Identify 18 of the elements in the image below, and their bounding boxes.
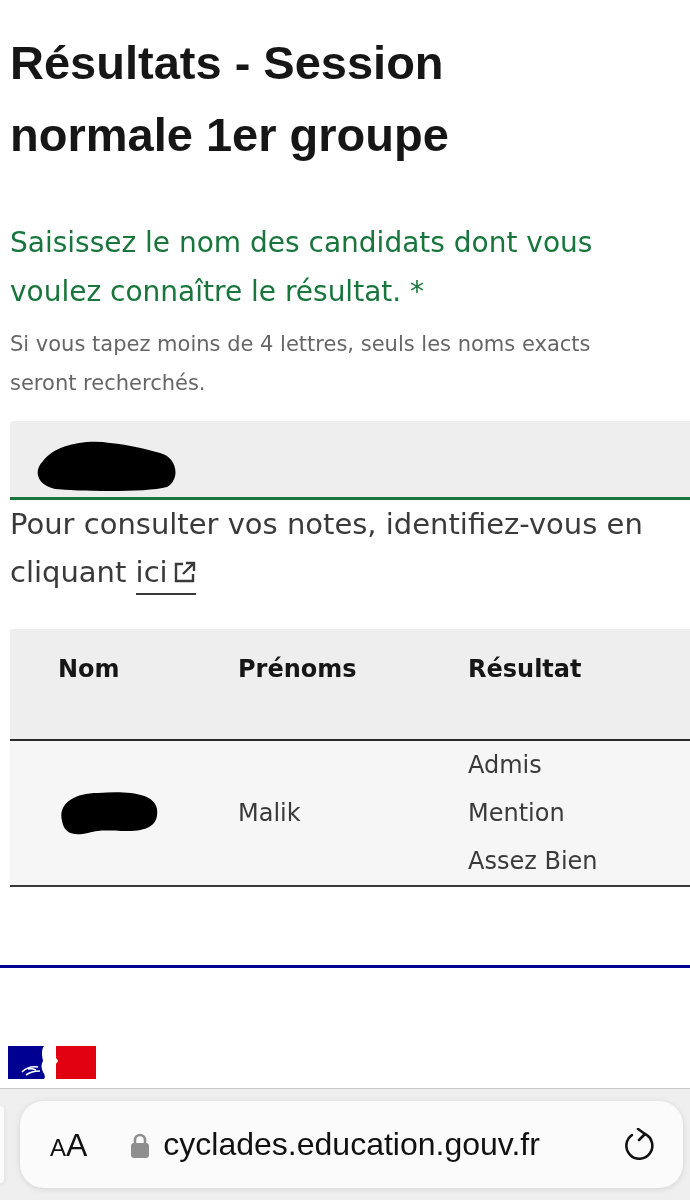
table-cell-text: Assez Bien [468, 846, 598, 877]
table-cell-text: Malik [238, 798, 301, 829]
field-label: Saisissez le nom des candidats dont vous voulez connaître le résultat. * [10, 225, 594, 310]
column-header: Prénoms [238, 654, 357, 684]
name-input-field[interactable] [10, 421, 690, 500]
login-link[interactable]: ici [135, 555, 196, 595]
external-link-icon [173, 561, 196, 583]
url-text: cyclades.education.gouv.fr [163, 1125, 540, 1164]
page-title: Résultats - Session normale 1er groupe [10, 35, 450, 163]
field-hint: Si vous tapez moins de 4 lettres, seuls les noms exacts seront recherchés. [10, 331, 592, 397]
table-cell-text: Admis [468, 750, 543, 781]
login-notice-text: Pour consulter vos notes, identifiez-vous en cliquant ici [10, 500, 685, 596]
column-header: Résultat [468, 654, 582, 684]
address-bar[interactable]: AA cyclades.education.gouv.fr [20, 1101, 683, 1188]
table-cell-text: Mention [468, 798, 566, 829]
column-header: Nom [58, 654, 120, 684]
reader-options-button[interactable]: AA [50, 1128, 88, 1161]
reload-icon[interactable] [623, 1127, 657, 1162]
